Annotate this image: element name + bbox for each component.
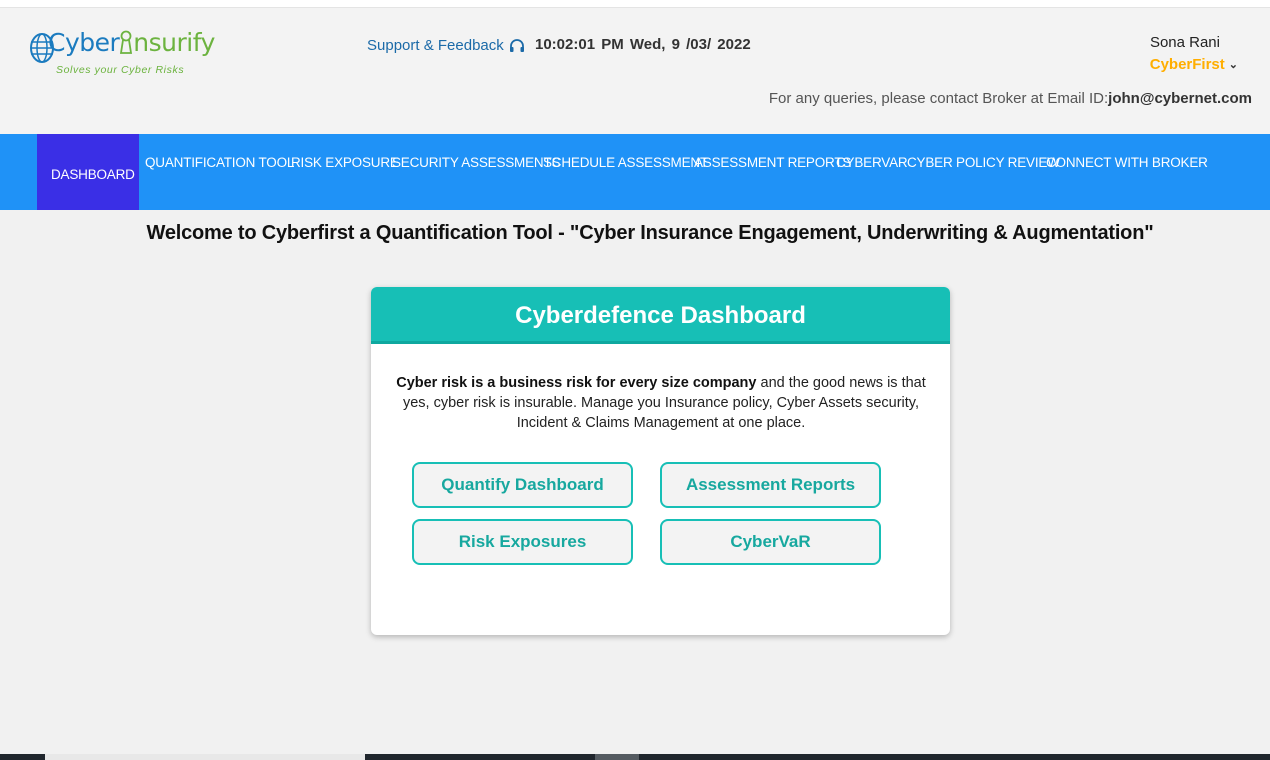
support-label: Support & Feedback <box>367 37 504 54</box>
contact-prefix: For any queries, please contact Broker a… <box>768 90 1109 107</box>
nav-assessment-reports[interactable]: ASSESSMENT REPORTS <box>694 134 851 210</box>
contact-info: For any queries, please contact Broker a… <box>769 90 1252 107</box>
chevron-down-icon: ⌄ <box>1228 59 1238 71</box>
assessment-reports-button[interactable]: Assessment Reports <box>660 462 881 508</box>
nav-cyber-policy-review[interactable]: CYBER POLICY REVIEW <box>907 134 1060 210</box>
risk-exposures-button[interactable]: Risk Exposures <box>412 519 633 565</box>
organization-dropdown[interactable]: CyberFirst ⌄ <box>1150 56 1238 73</box>
nav-schedule-assessment[interactable]: SCHEDULE ASSESSMENT <box>543 134 708 210</box>
footer-bar <box>0 754 1270 760</box>
main-navigation: DASHBOARD QUANTIFICATION TOOL RISK EXPOS… <box>0 134 1270 210</box>
header: Cyber nsurify Solves your Cyber Risks Sup… <box>0 8 1270 134</box>
keyhole-icon <box>120 30 133 54</box>
card-title: Cyberdefence Dashboard <box>371 287 950 344</box>
logo-tagline: Solves your Cyber Risks <box>56 64 185 76</box>
logo-text-cyber: Cyber <box>48 28 120 57</box>
nav-connect-with-broker[interactable]: CONNECT WITH BROKER <box>1046 134 1208 210</box>
footer-segment <box>595 754 639 760</box>
datetime-display: 10:02:01 PM Wed, 9 /03/ 2022 <box>535 36 751 53</box>
nav-security-assessments[interactable]: SECURITY ASSESSMENTS <box>392 134 560 210</box>
contact-email[interactable]: john@cybernet.com <box>1108 90 1252 107</box>
nav-risk-exposure[interactable]: RISK EXPOSURE <box>291 134 399 210</box>
nav-cybervar[interactable]: CYBERVAR <box>836 134 908 210</box>
welcome-heading: Welcome to Cyberfirst a Quantification T… <box>146 222 1154 244</box>
logo[interactable]: Cyber nsurify Solves your Cyber Risks <box>28 28 228 98</box>
support-feedback-link[interactable]: Support & Feedback <box>367 37 525 54</box>
user-name: Sona Rani <box>1149 34 1220 51</box>
nav-quantification-tool[interactable]: QUANTIFICATION TOOL <box>145 134 294 210</box>
card-description: Cyber risk is a business risk for every … <box>391 373 931 433</box>
headset-icon <box>509 38 524 52</box>
footer-segment <box>45 754 365 760</box>
top-border <box>0 0 1270 8</box>
cybervar-button[interactable]: CyberVaR <box>660 519 881 565</box>
quantify-dashboard-button[interactable]: Quantify Dashboard <box>412 462 633 508</box>
logo-text-nsurify: nsurify <box>133 28 215 57</box>
cyberdefence-dashboard-card: Cyberdefence Dashboard Cyber risk is a b… <box>371 287 950 635</box>
organization-label: CyberFirst <box>1149 56 1225 73</box>
card-description-bold: Cyber risk is a business risk for every … <box>396 375 757 391</box>
logo-wordmark: Cyber nsurify <box>48 28 215 57</box>
nav-dashboard[interactable]: DASHBOARD <box>37 134 139 210</box>
